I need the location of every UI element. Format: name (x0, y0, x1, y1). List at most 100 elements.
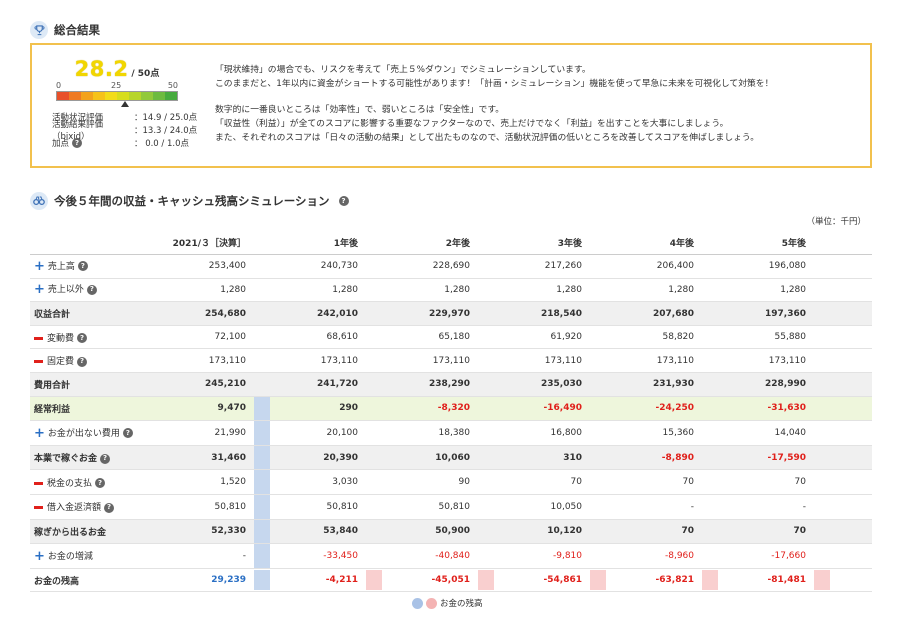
row-label-text: 経常利益 (34, 404, 71, 415)
table-row: 収益合計 254,680 242,010 229,970 218,540 207,680 1… (30, 301, 872, 326)
row-label-text: 収益合計 (34, 310, 71, 321)
cell-value: -17,590 (718, 445, 810, 471)
cell-value: 52,330 (158, 519, 250, 545)
cell-value: 253,400 (158, 254, 250, 279)
row-label[interactable]: 税金の支払? (30, 469, 158, 496)
row-label[interactable]: + お金が出ない費用? (30, 420, 158, 446)
cell-value: 1,280 (606, 278, 698, 303)
cell-value: 228,990 (718, 372, 810, 397)
message-line: このままだと、1年以内に資金がショートする可能性があります！「計画・シミュレーシ… (215, 79, 774, 89)
cell-value: -54,861 (494, 568, 586, 593)
row-label: 費用合計 (30, 372, 158, 397)
row-label[interactable]: + 売上高? (30, 254, 158, 279)
row-label-text: お金の増減 (47, 551, 93, 562)
cell-value: -45,051 (382, 568, 474, 593)
help-icon[interactable]: ? (77, 333, 88, 344)
cell-value: 70 (718, 469, 810, 496)
table-row: 稼ぎから出るお金 52,330 53,840 50,900 10,120 70 70 (30, 519, 872, 545)
detail-value: ：14.9 / 25.0点 (134, 112, 198, 123)
cell-value: 70 (718, 519, 810, 545)
balance-bar-positive (254, 570, 270, 591)
row-label[interactable]: 変動費? (30, 325, 158, 350)
help-icon[interactable]: ? (77, 356, 88, 367)
cell-value: -24,250 (606, 396, 698, 422)
cell-value: 1,280 (494, 278, 586, 303)
row-label-text: 売上高 (47, 261, 75, 272)
summary-title: 総合結果 (54, 23, 100, 37)
help-icon[interactable]: ? (86, 284, 97, 295)
collapse-minus-icon[interactable] (34, 336, 43, 340)
cell-value: 231,930 (606, 372, 698, 397)
column-header: 5年後 (718, 231, 810, 256)
binoculars-icon (30, 192, 48, 210)
detail-value: ：13.3 / 24.0点 (134, 125, 198, 136)
help-icon[interactable]: ? (338, 196, 349, 206)
row-label[interactable]: 借入金返済額? (30, 494, 158, 520)
cell-value: 68,610 (270, 325, 362, 350)
cell-value: 254,680 (158, 301, 250, 326)
cell-value: 207,680 (606, 301, 698, 326)
legend-label: お金の残高 (440, 599, 483, 609)
expand-plus-icon[interactable]: + (34, 282, 45, 297)
cell-value: 58,820 (606, 325, 698, 350)
cell-value: 55,880 (718, 325, 810, 350)
help-icon[interactable]: ? (72, 138, 83, 148)
detail-row: 活動結果評価（bixid） ：13.3 / 24.0点 (52, 120, 212, 142)
detail-label: 加点? (52, 137, 134, 149)
balance-bar-positive (254, 544, 270, 568)
detail-row: 加点? ： 0.0 / 1.0点 (52, 136, 212, 149)
cell-value: 206,400 (606, 254, 698, 279)
expand-plus-icon[interactable]: + (34, 259, 45, 274)
cell-value: 10,060 (382, 445, 474, 471)
cell-value: 21,990 (158, 420, 250, 446)
cell-value: -9,810 (494, 543, 586, 569)
balance-bar-positive (254, 445, 270, 470)
collapse-minus-icon[interactable] (34, 481, 43, 485)
cell-value: 1,280 (718, 278, 810, 303)
cell-value: 235,030 (494, 372, 586, 397)
help-icon[interactable]: ? (100, 453, 111, 464)
help-icon[interactable]: ? (122, 428, 133, 439)
row-label-text: お金の残高 (34, 576, 80, 587)
help-icon[interactable]: ? (77, 261, 88, 272)
expand-plus-icon[interactable]: + (34, 426, 45, 441)
row-label: 本業で稼ぐお金? (30, 445, 158, 471)
cell-value: 228,690 (382, 254, 474, 279)
collapse-minus-icon[interactable] (34, 360, 43, 364)
cell-value: 61,920 (494, 325, 586, 350)
row-label[interactable]: + お金の増減 (30, 543, 158, 569)
help-icon[interactable]: ? (104, 502, 115, 513)
chart-legend: お金の残高 (412, 597, 483, 609)
balance-bar-negative (590, 570, 606, 591)
cell-value: -63,821 (606, 568, 698, 593)
trophy-icon (30, 21, 48, 39)
message-line: 数字的に一番良いところは「効率性」で、弱いところは「安全性」です。 (215, 105, 505, 115)
collapse-minus-icon[interactable] (34, 506, 43, 510)
score-details: 活動状況評価 ：14.9 / 25.0点 活動結果評価（bixid） ：13.3… (52, 110, 212, 149)
column-header: 3年後 (494, 231, 586, 256)
cell-value: 1,280 (158, 278, 250, 303)
row-label[interactable]: + 売上以外? (30, 278, 158, 303)
cell-value: 90 (382, 469, 474, 496)
header-item (30, 231, 158, 256)
cell-value: -33,450 (270, 543, 362, 569)
cell-value: 196,080 (718, 254, 810, 279)
detail-label-text: 加点 (52, 138, 70, 149)
cell-value: 229,970 (382, 301, 474, 326)
cell-value: 242,010 (270, 301, 362, 326)
cell-value: 20,100 (270, 420, 362, 446)
balance-bar-positive (254, 495, 270, 519)
cell-value: 241,720 (270, 372, 362, 397)
row-label-text: 本業で稼ぐお金 (34, 454, 98, 465)
expand-plus-icon[interactable]: + (34, 549, 45, 564)
scale-max: 50 (167, 81, 178, 90)
cell-value: 9,470 (158, 396, 250, 422)
summary-panel: 28.2 / 50点 0 25 50 活動状況評価 ：14.9 / 25.0点 … (30, 43, 872, 168)
table-row: お金の残高 29,239 -4,211 -45,051 -54,861 -63,821 -8… (30, 568, 872, 593)
help-icon[interactable]: ? (95, 478, 106, 489)
table-row: 経常利益 9,470 290 -8,320 -16,490 -24,250 -31,630 (30, 396, 872, 422)
cell-value: -4,211 (270, 568, 362, 593)
row-label[interactable]: 固定費? (30, 348, 158, 374)
cell-value: - (718, 494, 810, 520)
row-label: 収益合計 (30, 301, 158, 326)
